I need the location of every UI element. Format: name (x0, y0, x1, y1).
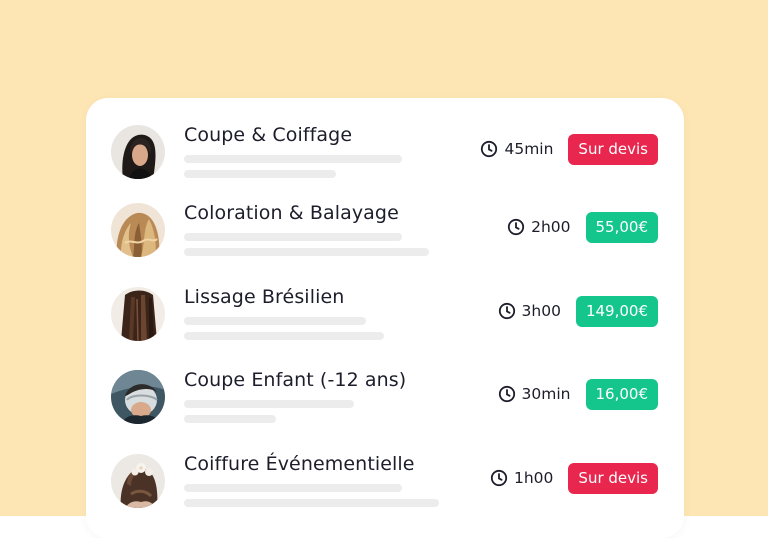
service-duration: 45min (504, 140, 554, 158)
service-title: Coupe & Coiffage (184, 124, 353, 146)
service-title: Coiffure Événementielle (184, 453, 415, 475)
service-meta: 3h00 149,00€ (498, 295, 658, 327)
service-row[interactable]: Coupe Enfant (-12 ans) 30min 16,00€ (86, 369, 684, 429)
service-avatar (111, 125, 165, 179)
quote-badge: Sur devis (568, 462, 658, 494)
price-badge: 55,00€ (585, 211, 658, 243)
price-badge: 149,00€ (575, 295, 658, 327)
clock-icon (498, 385, 515, 403)
description-placeholder-line (184, 332, 384, 340)
description-placeholder-line (184, 499, 439, 507)
service-row[interactable]: Coupe & Coiffage 45min Sur devis (86, 124, 684, 184)
service-duration: 3h00 (521, 302, 561, 320)
price-badge: 16,00€ (585, 378, 658, 410)
service-title: Coloration & Balayage (184, 202, 399, 224)
description-placeholder-line (184, 400, 354, 408)
clock-icon (498, 302, 515, 320)
description-placeholder-line (184, 170, 336, 178)
service-duration: 1h00 (514, 469, 554, 487)
description-placeholder-line (184, 233, 402, 241)
service-row[interactable]: Lissage Brésilien 3h00 149,00€ (86, 286, 684, 346)
clock-icon (481, 140, 498, 158)
quote-badge: Sur devis (568, 133, 658, 165)
description-placeholder-line (184, 484, 402, 492)
service-title: Coupe Enfant (-12 ans) (184, 369, 407, 391)
service-duration: 30min (521, 385, 571, 403)
services-card: Coupe & Coiffage 45min Sur devis Colorat… (86, 98, 684, 538)
service-meta: 2h00 55,00€ (507, 211, 658, 243)
service-meta: 45min Sur devis (480, 133, 658, 165)
service-row[interactable]: Coiffure Événementielle 1h00 Sur devis (86, 453, 684, 513)
service-avatar (111, 454, 165, 508)
service-meta: 30min 16,00€ (498, 378, 658, 410)
clock-icon (490, 469, 508, 487)
description-placeholder-line (184, 248, 429, 256)
service-avatar (111, 370, 165, 424)
service-meta: 1h00 Sur devis (490, 462, 658, 494)
description-placeholder-line (184, 317, 366, 325)
description-placeholder-line (184, 155, 402, 163)
description-placeholder-line (184, 415, 276, 423)
service-row[interactable]: Coloration & Balayage 2h00 55,00€ (86, 202, 684, 262)
service-duration: 2h00 (531, 218, 571, 236)
clock-icon (507, 218, 525, 236)
service-title: Lissage Brésilien (184, 286, 345, 308)
service-avatar (111, 287, 165, 341)
service-avatar (111, 203, 165, 257)
